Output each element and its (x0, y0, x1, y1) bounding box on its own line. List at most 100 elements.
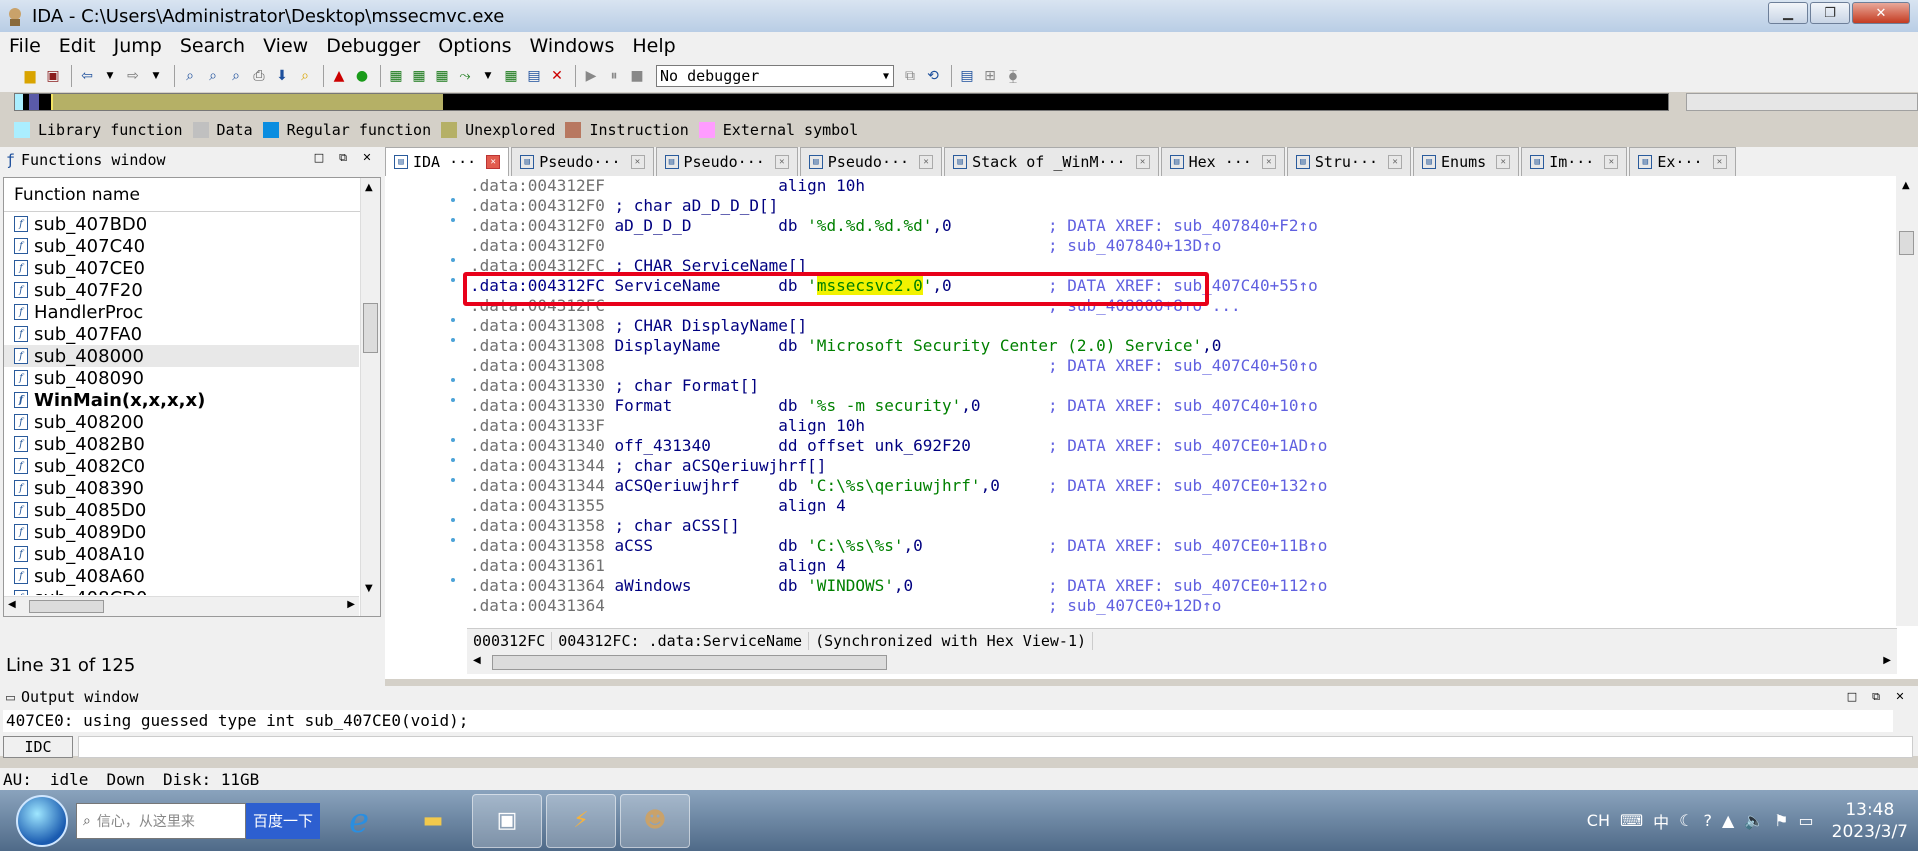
breakpoints-icon[interactable]: ⧳ (1003, 66, 1023, 86)
search-next-icon[interactable]: ⌕ (295, 66, 315, 86)
green-circle-icon[interactable]: ● (352, 66, 372, 86)
flag-icon[interactable]: ⚑ (1774, 811, 1788, 830)
code-vertical-scrollbar[interactable]: ▲ (1896, 176, 1918, 626)
network-icon[interactable]: ▭ (1799, 811, 1814, 830)
file-explorer-icon[interactable]: ▬ (398, 794, 468, 848)
cmd-terminal-icon[interactable]: ▣ (472, 793, 542, 848)
pane-float-icon[interactable]: ⧉ (331, 151, 355, 165)
code-line[interactable]: .data:00431358 aCSS db 'C:\%s\%s',0 ; DA… (470, 536, 1880, 556)
code-line[interactable]: .data:00431340 off_431340 dd offset unk_… (470, 436, 1880, 456)
xref-comment[interactable]: ; sub_407CE0+12D↑o (1048, 596, 1221, 615)
ida-taskbar-icon[interactable]: ☻ (620, 793, 690, 848)
moon-icon[interactable]: ☾ (1679, 811, 1693, 830)
pane-float-icon[interactable]: ⧉ (1864, 690, 1888, 704)
maximize-button[interactable]: ❐ (1810, 2, 1850, 24)
menu-edit[interactable]: Edit (50, 35, 105, 57)
chevron-down-icon[interactable]: ▼ (100, 66, 120, 86)
jump-down-icon[interactable]: ⬇ (272, 66, 292, 86)
code-line[interactable]: .data:004312F0 ; char aD_D_D_D[] (470, 196, 1880, 216)
ie-browser-icon[interactable]: ℯ (324, 794, 394, 848)
column-header-function-name[interactable]: Function name (4, 178, 380, 212)
tab-close-icon[interactable]: ✕ (1712, 155, 1727, 169)
scroll-thumb[interactable] (492, 655, 887, 670)
scroll-up-icon[interactable]: ▲ (1902, 180, 1910, 191)
clock[interactable]: 13:48 2023/3/7 (1832, 799, 1908, 843)
code-line[interactable]: .data:004312F0 ; sub_407840+13D↑o (470, 236, 1880, 256)
chevron-down-icon[interactable]: ▼ (146, 66, 166, 86)
volume-icon[interactable]: 🔈 (1744, 811, 1764, 830)
function-row[interactable]: f sub_408000 (4, 345, 359, 367)
function-row[interactable]: f sub_407CE0 (4, 257, 359, 279)
lightning-app-icon[interactable]: ⚡ (546, 793, 616, 848)
functions-horizontal-scrollbar[interactable]: ◀ ▶ (4, 596, 359, 616)
tab-struct[interactable]: ▤ Stru··· ✕ (1286, 147, 1412, 176)
tab-stack[interactable]: ▤ Stack of _WinM··· ✕ (944, 147, 1159, 176)
tray-ime[interactable]: 中 (1653, 809, 1669, 833)
segments-icon[interactable]: ▤ (957, 66, 977, 86)
user-xrefs-icon[interactable]: ▦ (501, 66, 521, 86)
scroll-left-icon[interactable]: ◀ (8, 599, 16, 610)
function-row[interactable]: f sub_408200 (4, 411, 359, 433)
tab-close-icon[interactable]: ✕ (1604, 155, 1619, 169)
xref-comment[interactable]: ; DATA XREF: sub_407840+F2↑o (1048, 216, 1318, 235)
chevron-down-icon[interactable]: ▼ (478, 66, 498, 86)
tab-exports[interactable]: ▤ Ex··· ✕ (1629, 147, 1736, 176)
tab-close-icon[interactable]: ✕ (1261, 155, 1276, 169)
menu-file[interactable]: File (0, 35, 50, 57)
code-line[interactable]: .data:00431308 ; DATA XREF: sub_407C40+5… (470, 356, 1880, 376)
binary-search-icon[interactable]: ⌕ (180, 66, 200, 86)
chart-icon[interactable]: ▤ (524, 66, 544, 86)
back-arrow-icon[interactable]: ⇦ (77, 66, 97, 86)
code-line[interactable]: .data:00431358 ; char aCSS[] (470, 516, 1880, 536)
tab-pseudocode[interactable]: ▤ Pseudo··· ✕ (799, 147, 943, 176)
keyboard-icon[interactable]: ⌨ (1620, 811, 1643, 830)
scroll-right-icon[interactable]: ▶ (347, 599, 355, 610)
navigation-band-scroll[interactable] (1686, 93, 1918, 111)
xref-comment[interactable]: ; DATA XREF: sub_407C40+10↑o (1048, 396, 1318, 415)
save-icon[interactable]: ▣ (43, 66, 63, 86)
menu-help[interactable]: Help (623, 35, 684, 57)
functions-vertical-scrollbar[interactable]: ▲ ▼ (360, 178, 380, 616)
idc-command-input[interactable] (78, 736, 1913, 758)
function-row[interactable]: f WinMain(x,x,x,x) (4, 389, 359, 411)
function-row[interactable]: f sub_408390 (4, 477, 359, 499)
scroll-left-icon[interactable]: ◀ (473, 655, 481, 666)
tab-close-icon[interactable]: ✕ (1135, 155, 1150, 169)
code-line[interactable]: .data:00431364 ; sub_407CE0+12D↑o (470, 596, 1880, 616)
cancel-icon[interactable]: ✕ (547, 66, 567, 86)
code-line[interactable]: .data:00431361 align 4 (470, 556, 1880, 576)
function-row[interactable]: f sub_407BD0 (4, 213, 359, 235)
tab-imports[interactable]: ▤ Im··· ✕ (1521, 147, 1628, 176)
function-row[interactable]: f sub_407FA0 (4, 323, 359, 345)
function-row[interactable]: f sub_407C40 (4, 235, 359, 257)
pane-minimize-icon[interactable]: □ (307, 151, 331, 165)
code-line[interactable]: .data:00431355 align 4 (470, 496, 1880, 516)
tab-close-icon[interactable]: ✕ (630, 155, 645, 169)
menu-options[interactable]: Options (429, 35, 520, 57)
pane-minimize-icon[interactable]: □ (1840, 690, 1864, 704)
tray-lang[interactable]: CH (1587, 811, 1610, 830)
printer-icon[interactable]: ⎙ (249, 66, 269, 86)
function-calls-icon[interactable]: ▦ (409, 66, 429, 86)
menu-search[interactable]: Search (171, 35, 254, 57)
menu-view[interactable]: View (254, 35, 317, 57)
chevron-up-icon[interactable]: ▲ (1722, 811, 1734, 830)
scroll-up-icon[interactable]: ▲ (365, 182, 373, 193)
tab-hex[interactable]: ▤ Hex ··· ✕ (1160, 147, 1285, 176)
close-button[interactable]: ✕ (1852, 2, 1910, 24)
code-line[interactable]: .data:00431364 aWindows db 'WINDOWS',0 ;… (470, 576, 1880, 596)
stop-icon[interactable]: ■ (627, 66, 647, 86)
minimize-button[interactable]: ▁ (1768, 2, 1808, 24)
tab-pseudocode[interactable]: ▤ Pseudo··· ✕ (511, 147, 654, 176)
xref-comment[interactable]: ; DATA XREF: sub_407CE0+11B↑o (1048, 536, 1327, 555)
xref-comment[interactable]: ; DATA XREF: sub_407C40+50↑o (1048, 356, 1318, 375)
idc-button[interactable]: IDC (3, 736, 73, 758)
navigation-band[interactable] (14, 93, 1669, 111)
forward-arrow-icon[interactable]: ⇨ (123, 66, 143, 86)
code-line[interactable]: .data:0043133F align 10h (470, 416, 1880, 436)
code-horizontal-scrollbar[interactable]: ◀ ▶ (467, 652, 1897, 674)
code-line[interactable]: .data:00431308 ; CHAR DisplayName[] (470, 316, 1880, 336)
menu-jump[interactable]: Jump (105, 35, 171, 57)
tab-close-icon[interactable]: ✕ (1388, 155, 1403, 169)
play-icon[interactable]: ▶ (581, 66, 601, 86)
